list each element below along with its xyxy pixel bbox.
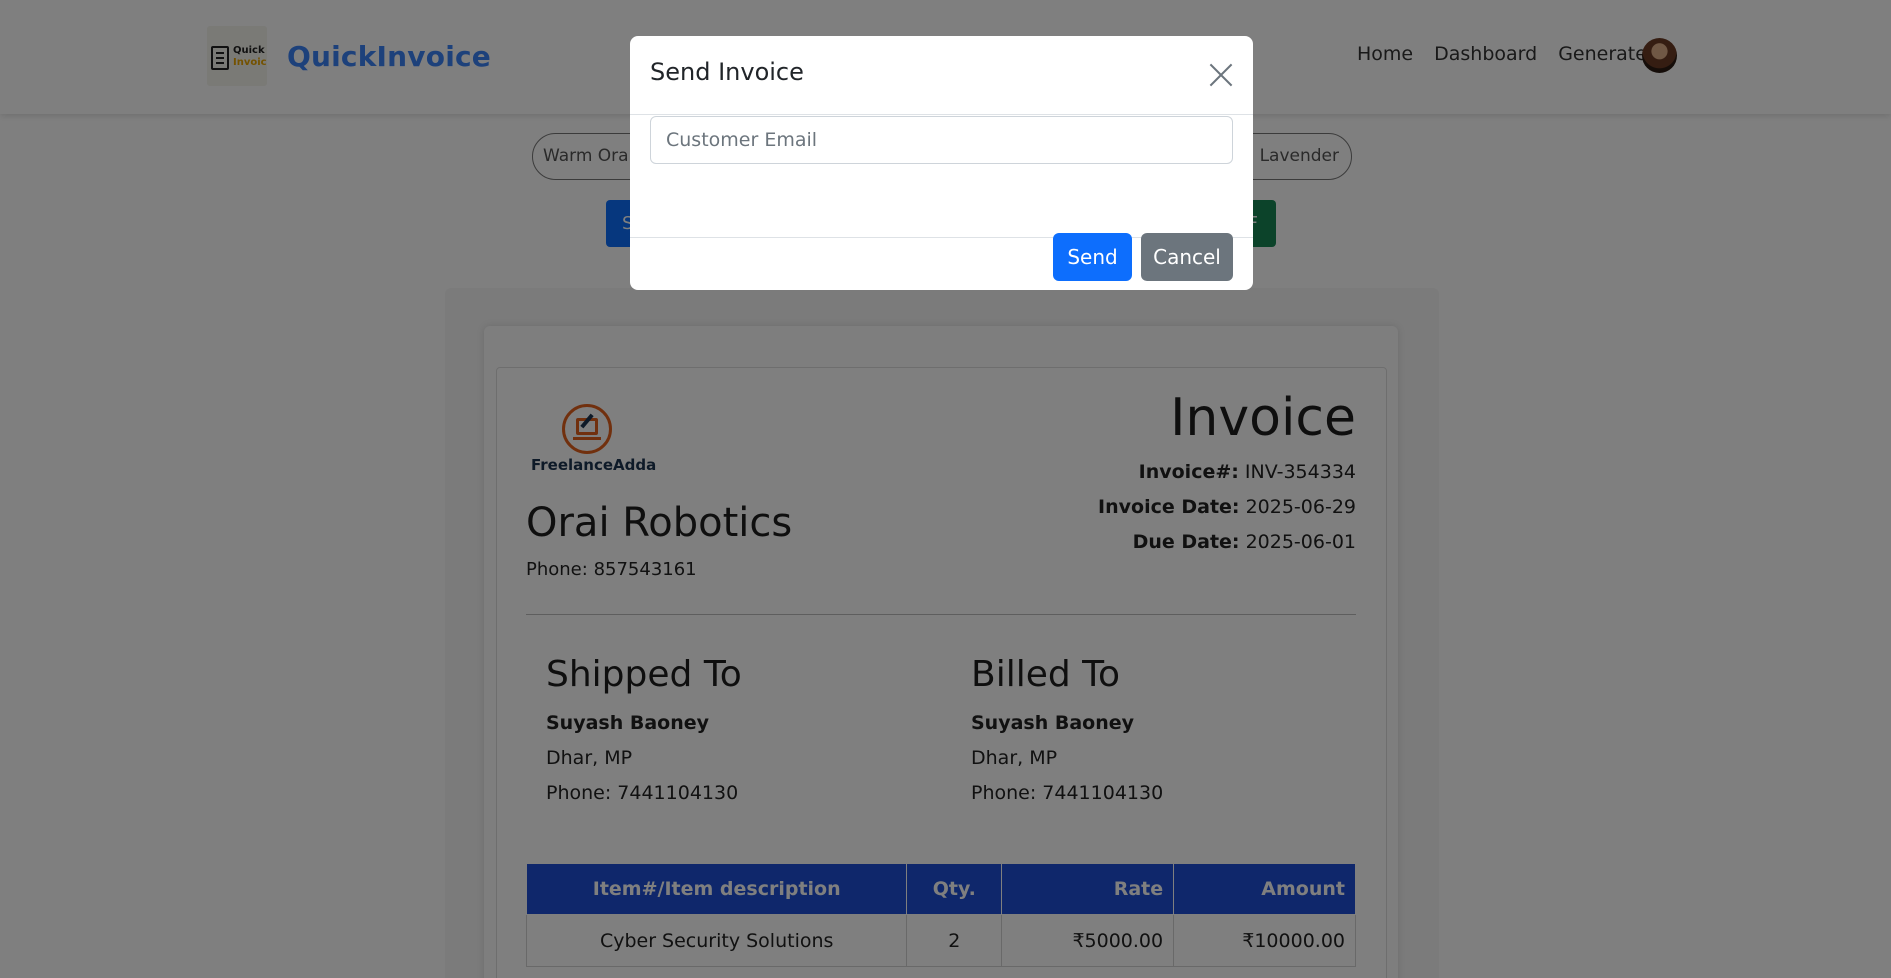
- modal-footer: Send Cancel: [630, 223, 1253, 290]
- send-invoice-modal: Send Invoice Send Cancel: [630, 36, 1253, 290]
- send-button[interactable]: Send: [1053, 233, 1132, 281]
- modal-body: [630, 116, 1253, 238]
- modal-title: Send Invoice: [650, 58, 804, 86]
- cancel-button[interactable]: Cancel: [1141, 233, 1233, 281]
- close-icon[interactable]: [1208, 62, 1234, 88]
- customer-email-input[interactable]: [650, 116, 1233, 164]
- modal-header: Send Invoice: [630, 36, 1253, 115]
